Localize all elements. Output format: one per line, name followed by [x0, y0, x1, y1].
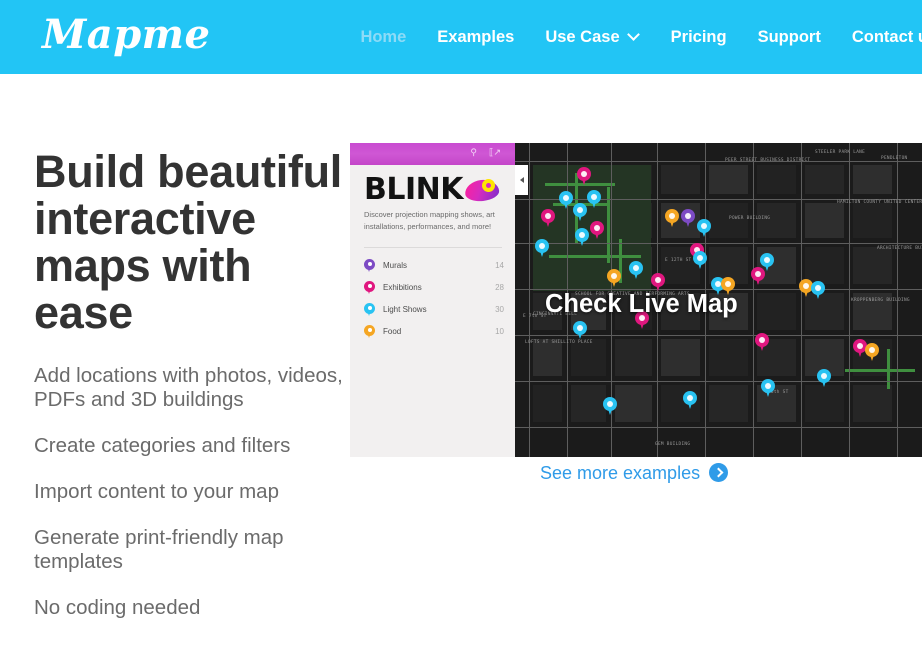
preview-description: Discover projection mapping shows, art i… — [364, 210, 495, 231]
map-pin-icon[interactable] — [577, 167, 591, 186]
see-more-label: See more examples — [540, 462, 701, 483]
nav-item-use-case[interactable]: Use Case — [545, 29, 639, 46]
category-label: Light Shows — [383, 305, 427, 314]
map-pin-icon[interactable] — [590, 221, 604, 240]
map-pin-icon[interactable] — [629, 261, 643, 280]
map-pin-icon[interactable] — [587, 190, 601, 209]
map-label: STEELER PARK LANE — [815, 150, 866, 155]
category-row-light-shows[interactable]: Light Shows 30 — [364, 299, 504, 321]
map-label: ARCHITECTURE BUILDING — [877, 246, 922, 251]
map-pin-icon[interactable] — [573, 203, 587, 222]
map-pin-icon[interactable] — [865, 343, 879, 362]
preview-topbar: ⚲ ⟦↗ — [350, 143, 515, 165]
map-pin-icon[interactable] — [697, 219, 711, 238]
map-pin-icon — [364, 325, 375, 339]
category-list: Murals 14 Exhibitions 28 Light Shows 30 … — [364, 255, 504, 343]
landing-page: Mapme Home Examples Use Case Pricing Sup… — [0, 0, 922, 649]
map-pin-icon[interactable] — [751, 267, 765, 286]
category-row-murals[interactable]: Murals 14 — [364, 255, 504, 277]
map-pin-icon[interactable] — [817, 369, 831, 388]
nav-label: Pricing — [670, 27, 727, 46]
eye-icon — [463, 178, 501, 203]
feature-item: Add locations with photos, videos, PDFs … — [34, 364, 343, 411]
category-count: 10 — [495, 327, 504, 336]
map-label: E 12TH ST — [665, 258, 692, 263]
map-pin-icon[interactable] — [603, 397, 617, 416]
sidebar-collapse-toggle[interactable] — [515, 165, 528, 195]
map-label: PEER STREET BUSINESS DISTRICT — [725, 158, 811, 163]
map-label: HAMILTON COUNTY UNITED CENTER — [837, 200, 922, 205]
feature-item: Create categories and filters — [34, 434, 291, 457]
chevron-right-circle-icon — [709, 463, 729, 482]
map-pin-icon[interactable] — [559, 191, 573, 210]
map-pin-icon[interactable] — [811, 281, 825, 300]
map-pin-icon — [364, 259, 375, 273]
feature-item: No coding needed — [34, 596, 201, 619]
map-pin-icon — [364, 281, 375, 295]
nav-item-pricing[interactable]: Pricing — [671, 29, 727, 46]
nav-item-home[interactable]: Home — [360, 29, 406, 46]
feature-item: Import content to your map — [34, 480, 279, 503]
preview-sidebar: ⚲ ⟦↗ BLINK Discover projection mapping s… — [350, 143, 515, 457]
map-pin-icon[interactable] — [683, 391, 697, 410]
preview-brand: BLINK — [364, 172, 501, 207]
map-pin-icon[interactable] — [681, 209, 695, 228]
nav-item-support[interactable]: Support — [758, 29, 821, 46]
check-live-map-overlay[interactable]: Check Live Map — [545, 290, 738, 319]
nav-label: Support — [757, 27, 821, 46]
map-preview-panel[interactable]: ⚲ ⟦↗ BLINK Discover projection mapping s… — [350, 143, 922, 457]
map-pin-icon[interactable] — [761, 379, 775, 398]
map-pin-icon[interactable] — [535, 239, 549, 258]
category-label: Murals — [383, 261, 408, 270]
nav-item-examples[interactable]: Examples — [437, 29, 514, 46]
main-navigation: Home Examples Use Case Pricing Support C… — [360, 29, 922, 46]
category-count: 30 — [495, 305, 504, 314]
map-pin-icon[interactable] — [573, 321, 587, 340]
nav-label: Examples — [437, 27, 515, 46]
divider — [364, 247, 502, 248]
map-label: KROPPENBERG BUILDING — [851, 298, 910, 303]
map-label: LOFTS AT SHILLITO PLACE — [525, 340, 593, 345]
nav-label: Home — [360, 27, 407, 46]
chevron-left-icon — [519, 177, 524, 183]
hero-copy: Build beautiful interactive maps with ea… — [34, 148, 344, 649]
map-pin-icon — [364, 303, 375, 317]
site-header: Mapme Home Examples Use Case Pricing Sup… — [0, 0, 922, 74]
map-canvas[interactable]: STEELER PARK LANE PEER STREET BUSINESS DI… — [515, 143, 922, 457]
nav-item-contact-us[interactable]: Contact us — [852, 29, 922, 46]
nav-label: Contact us — [851, 27, 922, 46]
brand-logo[interactable]: Mapme — [42, 15, 210, 55]
preview-brand-label: BLINK — [364, 172, 464, 207]
category-row-food[interactable]: Food 10 — [364, 321, 504, 343]
map-pin-icon[interactable] — [575, 228, 589, 247]
feature-item: Generate print-friendly map templates — [34, 526, 284, 573]
map-pin-icon[interactable] — [541, 209, 555, 228]
nav-label: Use Case — [545, 27, 620, 46]
map-pin-icon[interactable] — [693, 251, 707, 270]
share-icon[interactable]: ⟦↗ — [489, 148, 501, 157]
page-title: Build beautiful interactive maps with ea… — [34, 146, 342, 338]
map-pin-icon[interactable] — [665, 209, 679, 228]
map-label: PENDLETON — [881, 156, 908, 161]
search-icon[interactable]: ⚲ — [470, 148, 477, 157]
see-more-examples-link[interactable]: See more examples — [540, 462, 729, 483]
category-row-exhibitions[interactable]: Exhibitions 28 — [364, 277, 504, 299]
category-count: 28 — [495, 283, 504, 292]
map-label: POWER BUILDING — [729, 216, 771, 221]
map-label: GEM BUILDING — [655, 442, 691, 447]
category-label: Food — [383, 327, 402, 336]
map-label: E 7th ST — [523, 314, 547, 319]
map-pin-icon[interactable] — [755, 333, 769, 352]
category-count: 14 — [495, 261, 504, 270]
map-pin-icon[interactable] — [607, 269, 621, 288]
category-label: Exhibitions — [383, 283, 422, 292]
chevron-down-icon — [629, 30, 640, 41]
